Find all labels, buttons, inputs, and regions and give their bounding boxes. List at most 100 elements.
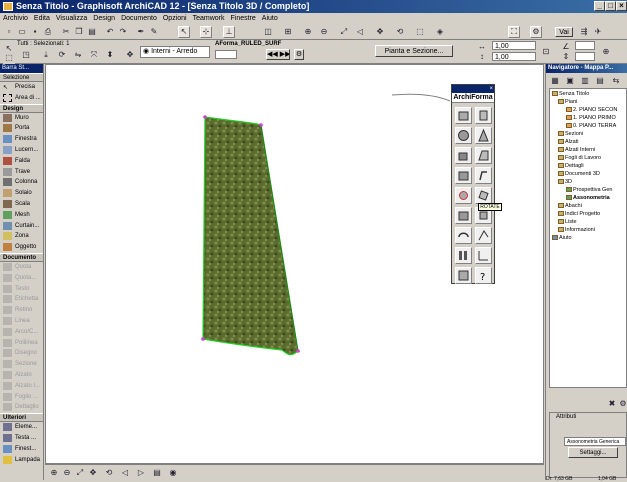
tree-node[interactable]: Piani	[558, 99, 577, 106]
print-icon[interactable]: ⎙	[42, 26, 54, 38]
redo-icon[interactable]: ↷	[117, 26, 129, 38]
zoom-out-icon[interactable]: ⊖	[318, 26, 330, 38]
hotspot[interactable]	[259, 123, 263, 127]
width-field[interactable]: 1,00	[492, 41, 536, 50]
tool-precisa[interactable]: ↖ Precisa	[0, 82, 43, 93]
tool-finestra[interactable]: Finestra	[0, 134, 43, 145]
box-shape-icon[interactable]	[455, 107, 472, 124]
inject-icon[interactable]: ✎	[148, 26, 160, 38]
close-icon[interactable]: ×	[489, 85, 494, 93]
tool-lucernario[interactable]: Lucern...	[0, 145, 43, 156]
view-settings-icon[interactable]: ⚙	[617, 398, 627, 410]
tool-solaio[interactable]: Solaio	[0, 188, 43, 199]
tree-node[interactable]: 1. PIANO PRIMO	[566, 115, 616, 122]
orbit-icon[interactable]: ⟲	[394, 26, 406, 38]
hotspot[interactable]	[201, 337, 205, 341]
pick-up-icon[interactable]: ✒	[135, 26, 147, 38]
guide-lines-icon[interactable]: ⊥	[223, 26, 235, 38]
tree-node[interactable]: Indici Progetto	[558, 211, 600, 218]
menu-documento[interactable]: Documento	[118, 13, 160, 24]
extrude-icon[interactable]	[455, 147, 472, 164]
help-icon[interactable]: ?	[475, 267, 492, 284]
object-preview-field[interactable]	[215, 50, 237, 59]
hotspot[interactable]	[296, 349, 300, 353]
next-view-icon[interactable]: ▷	[135, 467, 147, 479]
menu-archivio[interactable]: Archivio	[0, 13, 31, 24]
tool-zona[interactable]: Zona	[0, 231, 43, 242]
arrow-tool-icon[interactable]: ↖	[178, 26, 190, 38]
settings-icon[interactable]: ⚙	[530, 26, 542, 38]
menu-finestre[interactable]: Finestre	[228, 13, 259, 24]
sweep-icon[interactable]	[475, 167, 492, 184]
rotate-selection-icon[interactable]: ⟳	[56, 49, 68, 61]
tool-falda[interactable]: Falda	[0, 156, 43, 167]
fly-icon[interactable]: ✈	[592, 26, 604, 38]
tools-icon[interactable]	[455, 247, 472, 264]
rotate-icon[interactable]	[475, 187, 492, 204]
tree-node[interactable]: Alzati	[558, 139, 578, 146]
tool-area-di[interactable]: Area di ...	[0, 93, 43, 104]
trace-icon[interactable]: ◫	[262, 26, 274, 38]
hotspot[interactable]	[203, 115, 207, 119]
layout-book-icon[interactable]: ▥	[579, 75, 591, 87]
tree-node[interactable]: Senza Titolo	[552, 91, 589, 98]
reference-point-icon[interactable]: ⊕	[600, 46, 612, 58]
tool-lampada[interactable]: Lampada	[0, 455, 43, 466]
lock-icon[interactable]: ⊡	[540, 46, 552, 58]
view-name-field[interactable]: Assonometria Generica	[564, 437, 626, 446]
publisher-icon[interactable]: ▤	[594, 75, 606, 87]
palette-handle[interactable]: ×	[452, 85, 494, 93]
tree-node[interactable]: 2. PIANO SECON	[566, 107, 617, 114]
menu-aiuto[interactable]: Aiuto	[259, 13, 281, 24]
walk-icon[interactable]: ⇶	[578, 26, 590, 38]
revolve-icon[interactable]	[455, 167, 472, 184]
height-field[interactable]	[575, 52, 595, 61]
maximize-button[interactable]: □	[605, 1, 616, 11]
menu-edita[interactable]: Edita	[31, 13, 53, 24]
settings-icon[interactable]	[455, 267, 472, 284]
pan-icon[interactable]: ✥	[87, 467, 99, 479]
views-icon[interactable]: ▤	[151, 467, 163, 479]
previous-zoom-icon[interactable]: ◁	[354, 26, 366, 38]
settaggi-button[interactable]: Settaggi...	[568, 447, 618, 458]
elevate-selection-icon[interactable]: ⬍	[104, 49, 116, 61]
tool-muro[interactable]: Muro	[0, 113, 43, 124]
angle-field[interactable]	[575, 41, 595, 50]
object-settings-icon[interactable]: ⚙	[294, 49, 304, 60]
tree-node[interactable]: Liste	[558, 219, 577, 226]
marquee-icon[interactable]: ⬚	[3, 52, 15, 64]
tree-node[interactable]: Sezioni	[558, 131, 583, 138]
mirror-selection-icon[interactable]: ⇋	[72, 49, 84, 61]
copy-icon[interactable]: ❐	[73, 26, 85, 38]
close-button[interactable]: ×	[616, 1, 627, 11]
navigate-arrows-button[interactable]: ◀◀ ▶▶	[266, 49, 290, 60]
menu-visualizza[interactable]: Visualizza	[53, 13, 90, 24]
boolean-icon[interactable]	[455, 227, 472, 244]
tool-curtain-wall[interactable]: Curtain...	[0, 221, 43, 232]
3d-navigation-icon[interactable]: ◈	[434, 26, 446, 38]
tool-elemento[interactable]: Eleme...	[0, 422, 43, 433]
tool-trave[interactable]: Trave	[0, 167, 43, 178]
tool-porta[interactable]: Porta	[0, 123, 43, 134]
depth-field[interactable]: 1,00	[492, 52, 536, 61]
zoom-in-icon[interactable]: ⊕	[48, 467, 60, 479]
fit-icon[interactable]: ⤢	[74, 467, 86, 479]
menu-design[interactable]: Design	[90, 13, 118, 24]
ruled-surface-object[interactable]	[202, 116, 299, 356]
render-icon[interactable]: ⛶	[508, 26, 520, 38]
fit-window-icon[interactable]: ⤢	[338, 26, 350, 38]
cylinder-shape-icon[interactable]	[475, 107, 492, 124]
organizer-icon[interactable]: ⇆	[610, 75, 622, 87]
tree-node[interactable]: Aiuto	[552, 235, 572, 242]
tool-finestra-angolare[interactable]: Finest...	[0, 444, 43, 455]
open-file-icon[interactable]: ▭	[16, 26, 28, 38]
offset-selection-icon[interactable]: ⤧	[88, 49, 100, 61]
tree-node[interactable]: Prospettiva Gen	[566, 187, 612, 194]
menu-teamwork[interactable]: Teamwork	[190, 13, 228, 24]
design-section[interactable]: Design	[0, 103, 43, 113]
tree-node[interactable]: Dettagli	[558, 163, 584, 170]
orbit-icon[interactable]: ⟲	[103, 467, 115, 479]
zoom-out-icon[interactable]: ⊖	[61, 467, 73, 479]
documento-section[interactable]: Documento	[0, 252, 43, 262]
vai-button[interactable]: Vai	[555, 27, 573, 37]
